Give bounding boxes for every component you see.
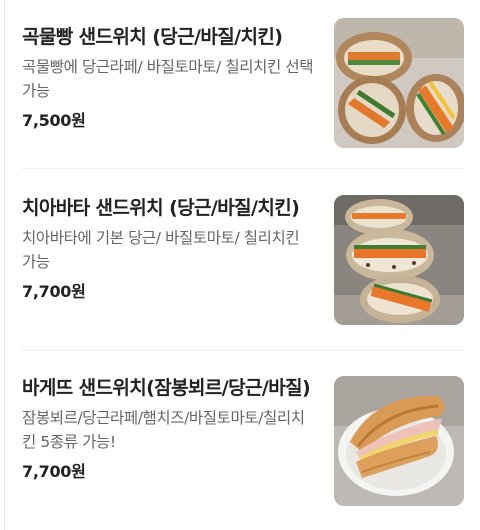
menu-item-description: 곡물빵에 당근라페/ 바질토마토/ 칠리치킨 선택가능	[22, 58, 314, 100]
menu-item-name: 바게뜨 샌드위치(잠봉뵈르/당근/바질)	[22, 377, 311, 399]
left-border	[4, 0, 5, 530]
menu-item-name: 치아바타 샌드위치 (당근/바질/치킨)	[22, 197, 300, 219]
menu-item-price: 7,700원	[22, 462, 86, 481]
menu-item-text: 바게뜨 샌드위치(잠봉뵈르/당근/바질) 잠봉뵈르/당근라페/햄치즈/바질토마토…	[22, 369, 317, 482]
menu-item-description: 잠봉뵈르/당근라페/햄치즈/바질토마토/칠리치킨 5종류 가능!	[22, 409, 305, 451]
menu-item-price: 7,700원	[22, 282, 86, 301]
menu-item-photo[interactable]	[334, 18, 464, 148]
menu-item-text: 곡물빵 샌드위치 (당근/바질/치킨) 곡물빵에 당근라페/ 바질토마토/ 칠리…	[22, 18, 317, 131]
menu-item-grain-sandwich[interactable]: 곡물빵 샌드위치 (당근/바질/치킨) 곡물빵에 당근라페/ 바질토마토/ 칠리…	[22, 18, 464, 168]
menu-item-ciabatta-sandwich[interactable]: 치아바타 샌드위치 (당근/바질/치킨) 치아바타에 기본 당근/ 바질토마토/…	[22, 189, 464, 339]
menu-item-text: 치아바타 샌드위치 (당근/바질/치킨) 치아바타에 기본 당근/ 바질토마토/…	[22, 189, 317, 302]
menu-item-description: 치아바타에 기본 당근/ 바질토마토/ 칠리치킨 가능	[22, 229, 300, 271]
menu-item-name: 곡물빵 샌드위치 (당근/바질/치킨)	[22, 26, 283, 48]
menu-item-photo[interactable]	[334, 376, 464, 506]
divider	[22, 168, 464, 169]
menu-item-price: 7,500원	[22, 111, 86, 130]
divider	[22, 350, 464, 351]
menu-item-baguette-sandwich[interactable]: 바게뜨 샌드위치(잠봉뵈르/당근/바질) 잠봉뵈르/당근라페/햄치즈/바질토마토…	[22, 369, 464, 519]
menu-item-photo[interactable]	[334, 195, 464, 325]
